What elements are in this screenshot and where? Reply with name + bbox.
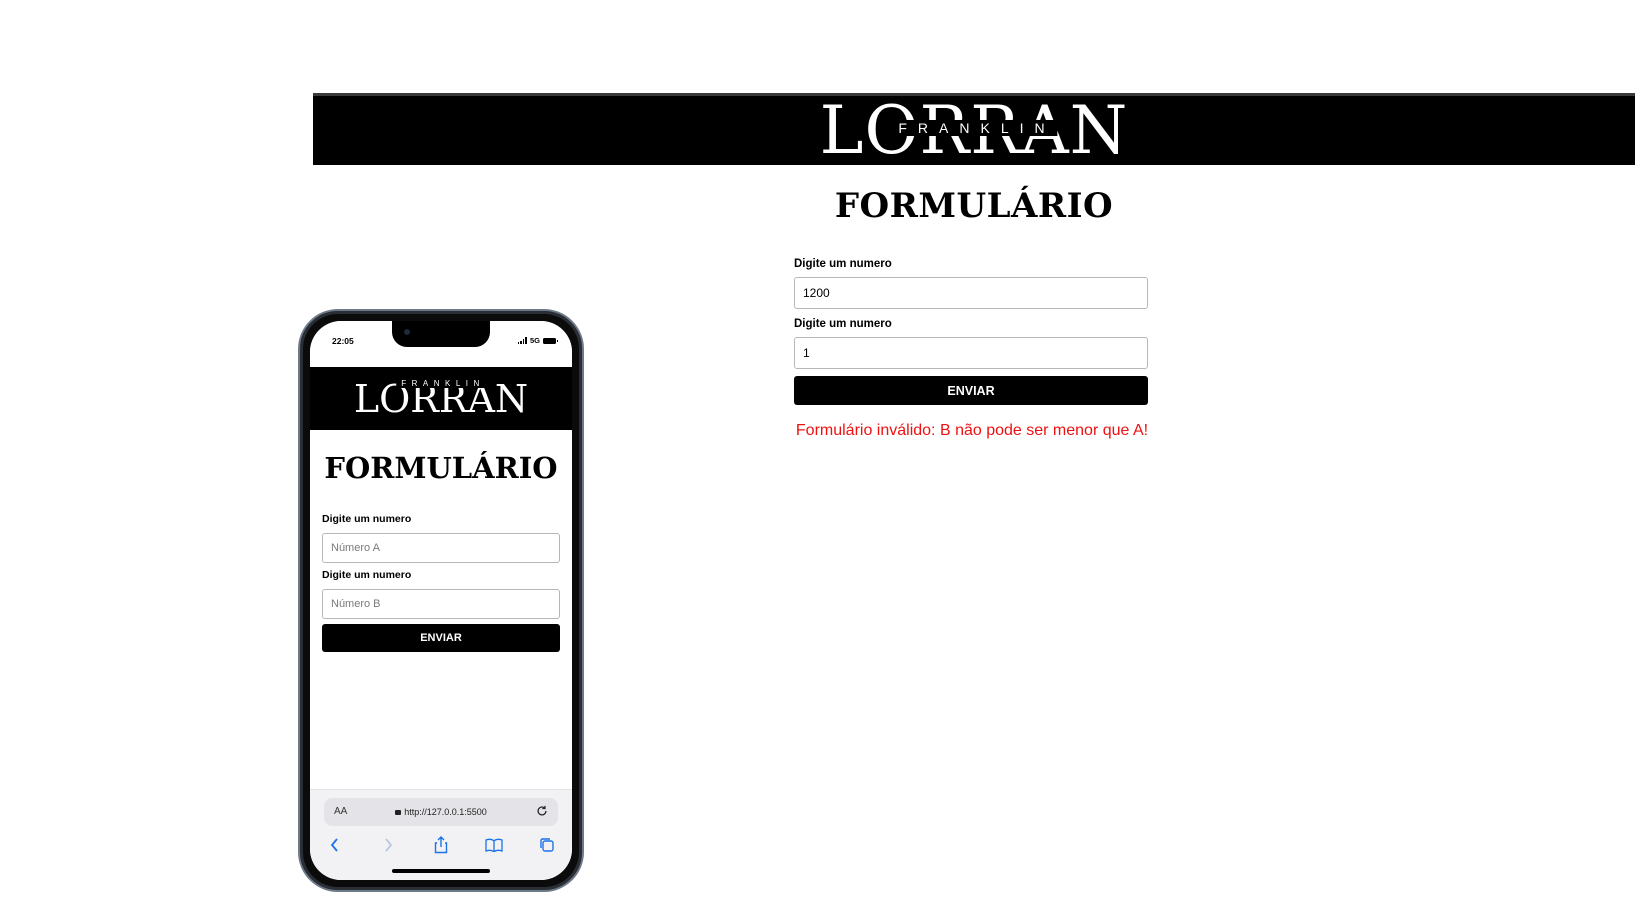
lock-icon: [395, 810, 402, 815]
submit-button[interactable]: ENVIAR: [794, 376, 1148, 405]
browser-toolbar: AA http://127.0.0.1:5500: [310, 789, 572, 880]
phone-number-b-label: Digite um numero: [322, 569, 412, 581]
phone-submit-button[interactable]: ENVIAR: [322, 624, 560, 652]
status-indicators: 5G: [517, 336, 558, 345]
status-time: 22:05: [332, 336, 354, 346]
phone-number-a-label: Digite um numero: [322, 513, 412, 525]
site-logo[interactable]: LORRAN FRANKLIN: [313, 96, 1635, 165]
address-bar[interactable]: AA http://127.0.0.1:5500: [324, 798, 558, 826]
number-b-input[interactable]: [794, 337, 1148, 369]
tabs-icon[interactable]: [536, 834, 558, 856]
phone-mockup: 22:05 5G LORRAN FRANKLIN FORMULÁRIO Digi…: [298, 309, 584, 892]
back-icon[interactable]: [324, 834, 346, 856]
status-bar: 22:05 5G: [310, 321, 572, 367]
signal-icon: [517, 337, 527, 344]
reload-icon[interactable]: [535, 804, 549, 818]
number-a-label: Digite um numero: [794, 258, 892, 270]
phone-site-header: LORRAN FRANKLIN: [310, 367, 572, 430]
phone-number-b-input[interactable]: [322, 589, 560, 619]
phone-notch: [392, 321, 490, 347]
number-a-input[interactable]: [794, 277, 1148, 309]
number-form: Digite um numero Digite um numero ENVIAR: [794, 258, 1148, 405]
url-text: http://127.0.0.1:5500: [404, 807, 487, 817]
browser-nav-row: [324, 834, 558, 856]
phone-logo-subtitle: FRANKLIN: [396, 379, 486, 388]
camera-icon: [404, 329, 410, 335]
error-message: Formulário inválido: B não pode ser meno…: [795, 422, 1149, 439]
home-indicator: [392, 869, 490, 873]
number-b-label: Digite um numero: [794, 318, 892, 330]
forward-icon[interactable]: [377, 834, 399, 856]
battery-icon: [543, 337, 558, 344]
phone-screen: 22:05 5G LORRAN FRANKLIN FORMULÁRIO Digi…: [310, 321, 572, 880]
phone-number-a-input[interactable]: [322, 533, 560, 563]
phone-page-title: FORMULÁRIO: [324, 451, 558, 485]
bookmarks-icon[interactable]: [483, 834, 505, 856]
site-header: LORRAN FRANKLIN: [313, 93, 1635, 165]
logo-subtitle: FRANKLIN: [890, 120, 1058, 136]
page-title: FORMULÁRIO: [834, 186, 1114, 226]
phone-number-form: Digite um numero Digite um numero ENVIAR: [322, 513, 560, 652]
network-label: 5G: [529, 336, 540, 345]
phone-site-logo[interactable]: LORRAN FRANKLIN: [310, 367, 572, 430]
url-display: http://127.0.0.1:5500: [324, 807, 558, 817]
share-icon[interactable]: [430, 834, 452, 856]
